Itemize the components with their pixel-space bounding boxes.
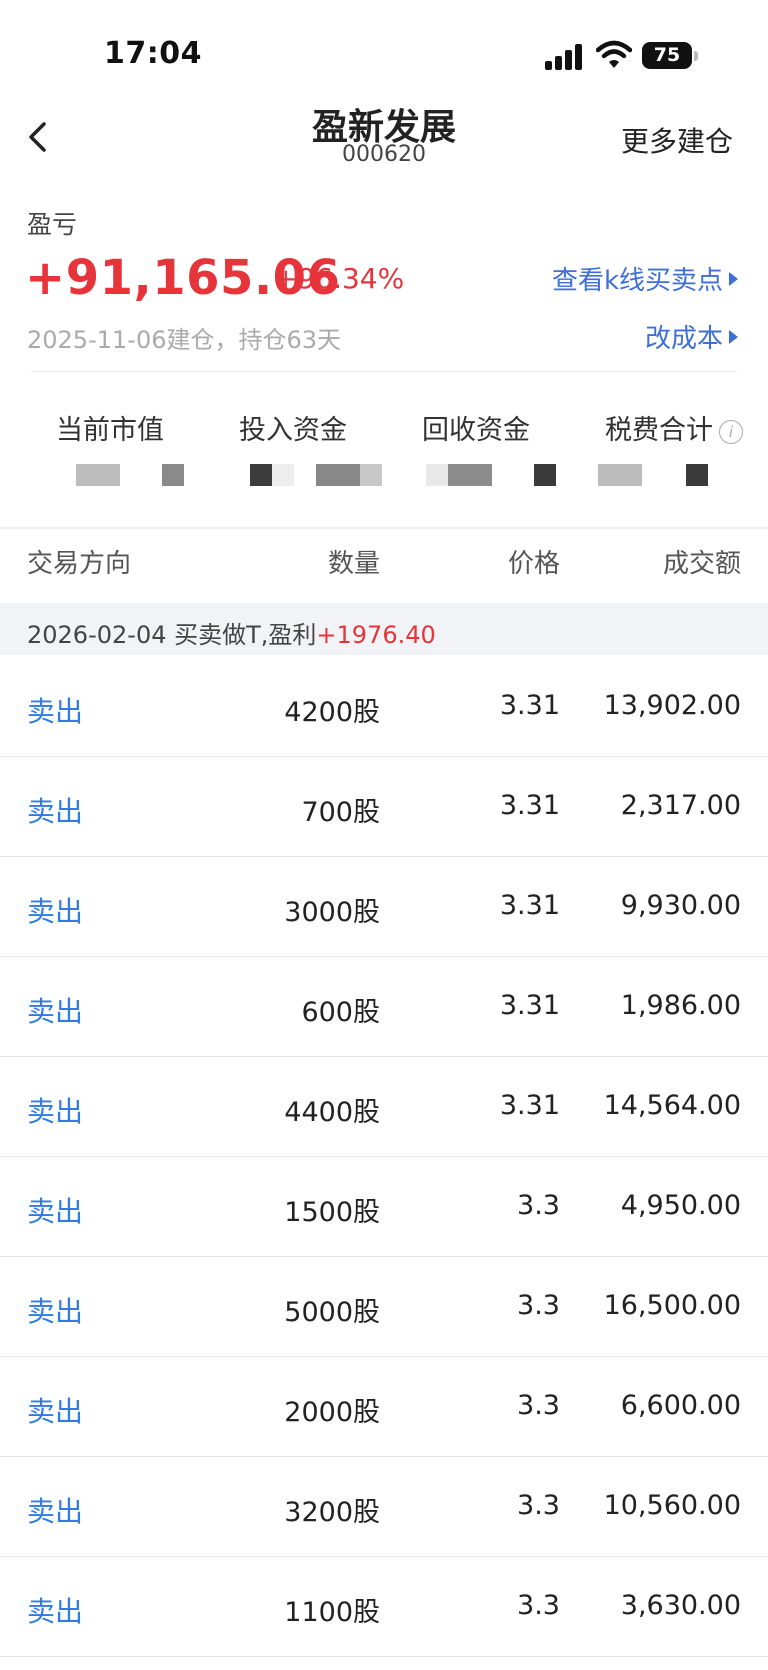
trade-group-label: 2026-02-04 买卖做T,盈利+1976.40 [27,615,436,650]
pnl-percent: +96.34% [274,262,405,295]
redacted-value [448,464,492,486]
table-row[interactable]: 卖出 4200股 3.31 13,902.00 [0,656,768,757]
fees-label-text: 税费合计 [605,415,713,446]
redacted-value [76,464,120,486]
trade-direction: 卖出 [27,1395,84,1428]
table-row[interactable]: 卖出 700股 3.31 2,317.00 [0,756,768,857]
wifi-icon [596,40,632,68]
section-divider [0,527,768,529]
trade-amount: 4,950.00 [620,1190,741,1221]
trade-amount: 2,317.00 [620,790,741,821]
trade-group-text: 2026-02-04 买卖做T,盈利 [27,621,317,649]
redacted-value [250,464,272,486]
trade-direction: 卖出 [27,1195,84,1228]
trade-price: 3.3 [517,1290,560,1321]
column-header-price: 价格 [507,549,560,579]
trade-price: 3.31 [499,890,560,921]
market-value-label: 当前市值 [56,415,164,446]
redacted-value [534,464,556,486]
trade-quantity: 3000股 [284,897,380,928]
table-row[interactable]: 卖出 1100股 3.3 3,630.00 [0,1556,768,1657]
trade-quantity: 600股 [301,997,380,1028]
table-row[interactable]: 卖出 3000股 3.31 9,930.00 [0,856,768,957]
trade-amount: 14,564.00 [603,1090,741,1121]
column-header-quantity: 数量 [327,549,380,579]
change-cost-link[interactable]: 改成本 [645,318,738,355]
battery-cap [694,51,698,61]
table-row[interactable]: 卖出 5000股 3.3 16,500.00 [0,1256,768,1357]
trade-price: 3.3 [517,1490,560,1521]
trade-price: 3.31 [499,990,560,1021]
trade-quantity: 3200股 [284,1497,380,1528]
trade-price: 3.3 [517,1390,560,1421]
invested-label: 投入资金 [239,415,347,446]
more-build-button[interactable]: 更多建仓 [621,120,733,160]
trade-direction: 卖出 [27,1295,84,1328]
recovered-label: 回收资金 [422,415,530,446]
pnl-label: 盈亏 [27,210,78,239]
signal-icon [545,42,585,70]
trade-price: 3.3 [517,1590,560,1621]
redacted-value [686,464,708,486]
trade-amount: 13,902.00 [603,690,741,721]
battery-icon: 75 [642,42,692,69]
trade-amount: 1,986.00 [620,990,741,1021]
divider [31,371,737,372]
redacted-value [360,464,382,486]
trade-amount: 3,630.00 [620,1590,741,1621]
status-bar: 17:04 75 [0,0,768,100]
column-header-direction: 交易方向 [27,549,132,579]
trade-price: 3.31 [499,790,560,821]
trade-direction: 卖出 [27,695,84,728]
trade-quantity: 5000股 [284,1297,380,1328]
trade-group-profit: +1976.40 [316,621,436,649]
redacted-value [162,464,184,486]
trade-amount: 16,500.00 [603,1290,741,1321]
column-header-amount: 成交额 [662,549,741,579]
trade-direction: 卖出 [27,1495,84,1528]
trade-amount: 10,560.00 [603,1490,741,1521]
trade-direction: 卖出 [27,1095,84,1128]
change-cost-label: 改成本 [644,324,723,354]
trade-direction: 卖出 [27,895,84,928]
trade-quantity: 4400股 [284,1097,380,1128]
trade-direction: 卖出 [27,795,84,828]
info-icon[interactable]: i [719,419,743,444]
trade-price: 3.3 [517,1190,560,1221]
trade-quantity: 4200股 [284,697,380,728]
trade-amount: 6,600.00 [620,1390,741,1421]
table-row[interactable]: 卖出 3200股 3.3 10,560.00 [0,1456,768,1557]
table-row[interactable]: 卖出 1500股 3.3 4,950.00 [0,1156,768,1257]
status-time: 17:04 [104,36,202,71]
kline-link[interactable]: 查看k线买卖点 [552,260,738,297]
trade-group-header: 2026-02-04 买卖做T,盈利+1976.40 [0,603,768,655]
table-row[interactable]: 卖出 600股 3.31 1,986.00 [0,956,768,1057]
kline-link-label: 查看k线买卖点 [551,266,723,296]
table-row[interactable]: 卖出 2000股 3.3 6,600.00 [0,1356,768,1457]
trade-quantity: 2000股 [284,1397,380,1428]
trade-quantity: 1100股 [284,1597,380,1628]
trade-price: 3.31 [499,1090,560,1121]
redacted-value [272,464,294,486]
trade-quantity: 700股 [301,797,380,828]
table-row[interactable]: 卖出 4400股 3.31 14,564.00 [0,1056,768,1157]
build-info: 2025-11-06建仓，持仓63天 [27,326,342,354]
redacted-value [598,464,642,486]
trade-quantity: 1500股 [284,1197,380,1228]
trade-amount: 9,930.00 [620,890,741,921]
redacted-value [316,464,360,486]
redacted-value [426,464,448,486]
trade-direction: 卖出 [27,995,84,1028]
arrow-right-icon [729,329,738,344]
trade-price: 3.31 [499,690,560,721]
trade-direction: 卖出 [27,1595,84,1628]
fees-label[interactable]: 税费合计 i [605,408,743,447]
arrow-right-icon [729,271,738,286]
